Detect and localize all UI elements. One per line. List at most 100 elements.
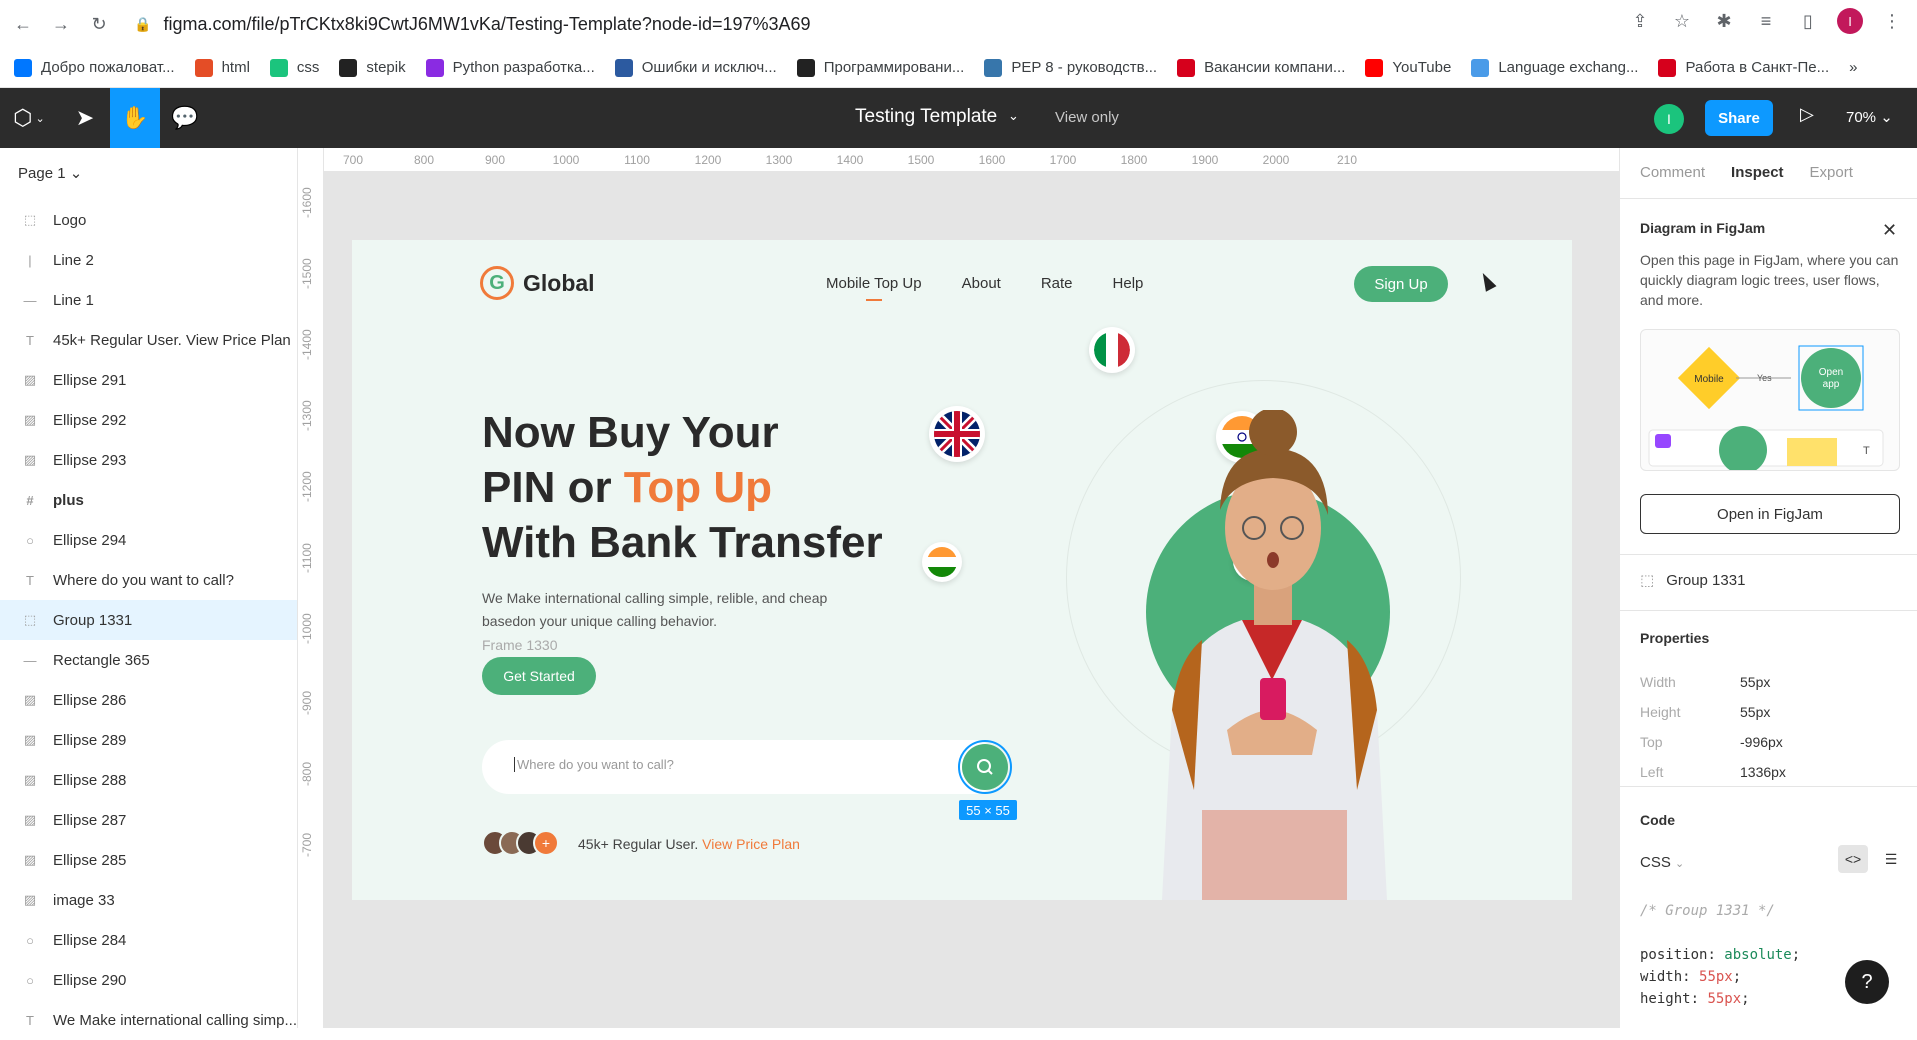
layer-item[interactable]: T We Make international calling simp... xyxy=(0,1000,297,1040)
list-view-icon[interactable]: ☰ xyxy=(1876,845,1906,873)
menu-item-rate[interactable]: Rate xyxy=(1041,275,1073,292)
open-in-figjam-button[interactable]: Open in FigJam xyxy=(1640,494,1900,534)
design-frame[interactable]: G Global Mobile Top Up About Rate Help S… xyxy=(352,240,1572,900)
present-play-icon[interactable]: ▷ xyxy=(1800,104,1814,125)
layer-item[interactable]: ▨ Ellipse 292 xyxy=(0,400,297,440)
figma-menu-icon[interactable]: ⬡ ⌄ xyxy=(4,88,54,148)
user-avatars[interactable]: + xyxy=(482,830,559,856)
ruler-tick-label: 1500 xyxy=(907,153,935,167)
back-arrow-icon[interactable]: ← xyxy=(8,9,38,39)
layer-item[interactable]: ○ Ellipse 294 xyxy=(0,520,297,560)
layer-item[interactable]: ⬚ Logo xyxy=(0,200,297,240)
document-title[interactable]: Testing Template xyxy=(855,106,997,128)
bookmark-item[interactable]: PEP 8 - руководств... xyxy=(984,58,1157,77)
bookmark-favicon-icon xyxy=(1177,58,1196,77)
layer-item[interactable]: ⬚ Group 1331 xyxy=(0,600,297,640)
call-search-bar[interactable] xyxy=(482,740,1012,794)
ruler-tick-label: -1600 xyxy=(300,187,314,218)
comment-tool-icon[interactable]: 💬 xyxy=(160,88,210,148)
profile-avatar[interactable]: I xyxy=(1837,8,1863,34)
layer-item[interactable]: — Rectangle 365 xyxy=(0,640,297,680)
group-icon: ⬚ xyxy=(23,612,37,627)
zoom-value: 70% xyxy=(1846,109,1877,126)
bookmark-item[interactable]: Language exchang... xyxy=(1471,58,1638,77)
tab-comment[interactable]: Comment xyxy=(1640,164,1705,181)
layer-item[interactable]: ▨ image 33 xyxy=(0,880,297,920)
close-icon[interactable]: ✕ xyxy=(1882,220,1897,241)
bookmark-item[interactable]: Добро пожаловат... xyxy=(14,58,175,77)
layer-item[interactable]: # plus xyxy=(0,480,297,520)
inspect-panel: Comment Inspect Export Diagram in FigJam… xyxy=(1619,148,1917,1028)
bookmark-favicon-icon xyxy=(194,58,213,77)
layer-item[interactable]: — Line 1 xyxy=(0,280,297,320)
ruler-tick-label: 2000 xyxy=(1262,153,1290,167)
menu-item-help[interactable]: Help xyxy=(1113,275,1144,292)
layer-item[interactable]: ▨ Ellipse 288 xyxy=(0,760,297,800)
bookmark-item[interactable]: Работа в Санкт-Пе... xyxy=(1658,58,1829,77)
bookmark-item[interactable]: YouTube xyxy=(1365,58,1451,77)
india-flag-icon[interactable] xyxy=(922,542,962,582)
hero-headline[interactable]: Now Buy Your PIN or Top Up With Bank Tra… xyxy=(482,405,883,570)
hero-subtext[interactable]: We Make international calling simple, re… xyxy=(482,587,872,633)
bookmark-item[interactable]: html xyxy=(194,58,250,77)
layer-item[interactable]: | Line 2 xyxy=(0,240,297,280)
bookmark-item[interactable]: Вакансии компани... xyxy=(1177,58,1345,77)
layer-item[interactable]: T Where do you want to call? xyxy=(0,560,297,600)
bookmark-item[interactable]: stepik xyxy=(339,58,406,77)
ruler-tick-label: -1300 xyxy=(300,400,314,431)
more-bookmarks-icon[interactable]: » xyxy=(1849,59,1857,76)
share-page-icon[interactable]: ⇪ xyxy=(1627,8,1653,34)
tab-inspect[interactable]: Inspect xyxy=(1731,164,1784,181)
browser-menu-icon[interactable]: ⋮ xyxy=(1879,8,1905,34)
uk-flag-icon[interactable] xyxy=(929,406,985,462)
move-tool-icon[interactable]: ➤ xyxy=(60,88,110,148)
share-button[interactable]: Share xyxy=(1705,100,1773,136)
layer-item[interactable]: ▨ Ellipse 289 xyxy=(0,720,297,760)
layer-item[interactable]: ▨ Ellipse 286 xyxy=(0,680,297,720)
help-button[interactable]: ? xyxy=(1845,960,1889,1004)
layer-item[interactable]: ▨ Ellipse 285 xyxy=(0,840,297,880)
layer-item[interactable]: ○ Ellipse 284 xyxy=(0,920,297,960)
hero-woman-image xyxy=(1162,410,1387,900)
layer-item[interactable]: T 45k+ Regular User. View Price Plan xyxy=(0,320,297,360)
bookmark-item[interactable]: Python разработка... xyxy=(425,58,595,77)
hand-tool-icon[interactable]: ✋ xyxy=(110,88,160,148)
view-price-plan-link[interactable]: View Price Plan xyxy=(702,836,800,852)
extensions-puzzle-icon[interactable]: ✱ xyxy=(1711,8,1737,34)
get-started-button[interactable]: Get Started xyxy=(482,657,596,695)
code-language-select[interactable]: CSS ⌄ xyxy=(1640,854,1684,871)
zoom-level[interactable]: 70% ⌄ xyxy=(1846,108,1893,126)
reload-icon[interactable]: ↻ xyxy=(84,9,114,39)
search-button[interactable] xyxy=(958,740,1012,794)
bookmark-item[interactable]: Программировани... xyxy=(796,58,964,77)
logo[interactable]: G Global xyxy=(480,266,595,300)
tab-export[interactable]: Export xyxy=(1810,164,1853,181)
selection-name: Group 1331 xyxy=(1666,571,1746,589)
bookmark-item[interactable]: css xyxy=(269,58,319,77)
layer-item[interactable]: ▨ Ellipse 291 xyxy=(0,360,297,400)
user-avatar[interactable]: I xyxy=(1654,104,1684,134)
svg-text:app: app xyxy=(1823,379,1840,390)
forward-arrow-icon[interactable]: → xyxy=(46,9,76,39)
layer-name: Where do you want to call? xyxy=(53,571,234,589)
call-search-input[interactable] xyxy=(514,757,914,772)
canvas[interactable]: 700 800 900 1000 1100 1200 1300 1400 1500 1600 170… xyxy=(298,148,1619,1028)
italy-flag-icon[interactable] xyxy=(1089,327,1135,373)
page-selector[interactable]: Page 1 ⌄ xyxy=(18,164,82,182)
address-bar[interactable]: 🔒 figma.com/file/pTrCKtx8ki9CwtJ6MW1vKa/… xyxy=(134,8,1654,40)
layer-item[interactable]: ▨ Ellipse 287 xyxy=(0,800,297,840)
layer-item[interactable]: ▨ Ellipse 293 xyxy=(0,440,297,480)
text-icon: T xyxy=(26,1012,34,1028)
signup-button[interactable]: Sign Up xyxy=(1354,266,1448,302)
layer-item[interactable]: ○ Ellipse 290 xyxy=(0,960,297,1000)
chevron-down-icon[interactable]: ⌄ xyxy=(1008,108,1019,124)
code-view-icon[interactable]: <> xyxy=(1838,845,1868,873)
side-panel-icon[interactable]: ▯ xyxy=(1795,8,1821,34)
media-list-icon[interactable]: ≡ xyxy=(1753,8,1779,34)
bookmark-star-icon[interactable]: ☆ xyxy=(1669,8,1695,34)
bookmark-item[interactable]: Ошибки и исключ... xyxy=(614,58,777,77)
menu-item-mobile-top-up[interactable]: Mobile Top Up xyxy=(826,275,922,301)
users-count-text[interactable]: 45k+ Regular User. View Price Plan xyxy=(578,836,800,852)
figjam-preview-image[interactable]: Mobile Yes Open app T xyxy=(1640,329,1900,471)
menu-item-about[interactable]: About xyxy=(962,275,1001,292)
